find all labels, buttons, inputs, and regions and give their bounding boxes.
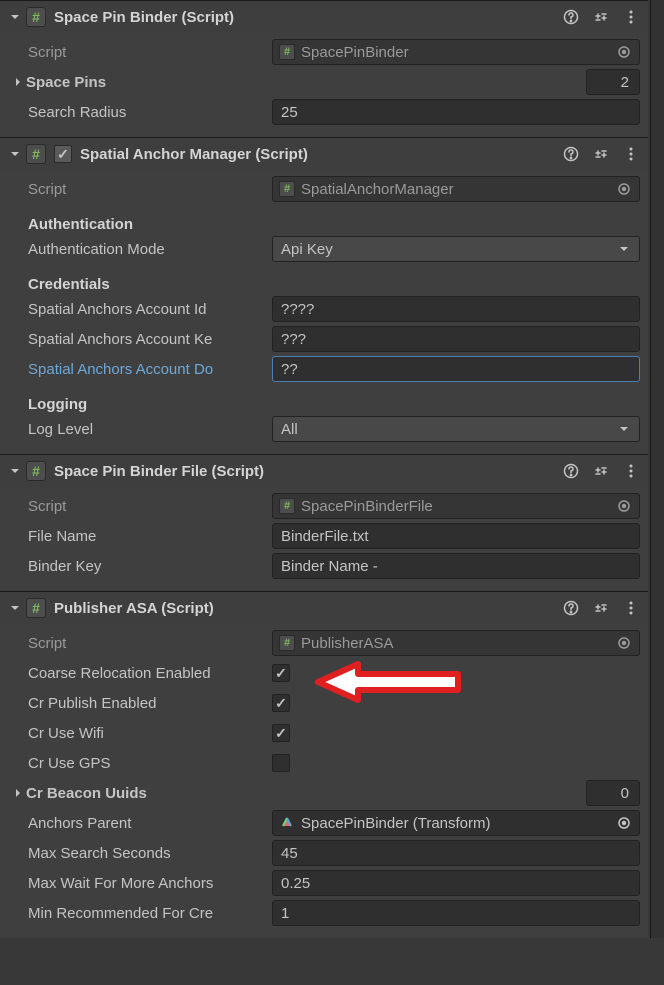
component-header[interactable]: # Spatial Anchor Manager (Script) <box>0 138 648 170</box>
account-key-label: Spatial Anchors Account Ke <box>8 331 272 348</box>
script-value: SpacePinBinder <box>301 44 615 61</box>
script-asset-icon: # <box>279 635 295 651</box>
transform-icon <box>279 815 295 831</box>
foldout-toggle[interactable] <box>8 147 22 161</box>
object-picker-icon[interactable] <box>615 180 633 198</box>
help-icon[interactable] <box>562 8 580 26</box>
log-level-label: Log Level <box>8 421 272 438</box>
component-title: Publisher ASA (Script) <box>54 600 562 617</box>
script-label: Script <box>8 498 272 515</box>
min-recommended-label: Min Recommended For Cre <box>8 905 272 922</box>
script-value: PublisherASA <box>301 635 615 652</box>
script-field[interactable]: # PublisherASA <box>272 630 640 656</box>
context-menu-icon[interactable] <box>622 145 640 163</box>
coarse-relocation-label: Coarse Relocation Enabled <box>8 665 272 682</box>
object-picker-icon[interactable] <box>615 43 633 61</box>
script-icon: # <box>26 7 46 27</box>
account-key-field[interactable] <box>272 326 640 352</box>
max-search-seconds-field[interactable] <box>272 840 640 866</box>
component-space-pin-binder-file: # Space Pin Binder File (Script) Script … <box>0 454 648 591</box>
account-id-field[interactable] <box>272 296 640 322</box>
auth-header: Authentication <box>8 216 272 233</box>
logging-header: Logging <box>8 396 272 413</box>
cr-publish-checkbox[interactable] <box>272 694 290 712</box>
script-icon: # <box>26 598 46 618</box>
presets-icon[interactable] <box>592 8 610 26</box>
binder-key-label: Binder Key <box>8 558 272 575</box>
vertical-scrollbar[interactable] <box>650 0 664 938</box>
script-asset-icon: # <box>279 181 295 197</box>
account-id-label: Spatial Anchors Account Id <box>8 301 272 318</box>
cr-use-gps-label: Cr Use GPS <box>8 755 272 772</box>
foldout-toggle[interactable] <box>8 601 22 615</box>
presets-icon[interactable] <box>592 462 610 480</box>
script-field[interactable]: # SpatialAnchorManager <box>272 176 640 202</box>
context-menu-icon[interactable] <box>622 599 640 617</box>
script-label: Script <box>8 635 272 652</box>
component-spatial-anchor-manager: # Spatial Anchor Manager (Script) Script… <box>0 137 648 454</box>
cr-use-wifi-label: Cr Use Wifi <box>8 725 272 742</box>
script-value: SpatialAnchorManager <box>301 181 615 198</box>
space-pins-size[interactable] <box>586 69 640 95</box>
anchors-parent-value: SpacePinBinder (Transform) <box>301 815 615 832</box>
anchors-parent-label: Anchors Parent <box>8 815 272 832</box>
cr-beacon-uuids-label[interactable]: Cr Beacon Uuids <box>8 785 272 802</box>
foldout-toggle[interactable] <box>8 10 22 24</box>
space-pins-label[interactable]: Space Pins <box>8 74 272 91</box>
callout-arrow-icon <box>308 654 468 710</box>
cr-publish-label: Cr Publish Enabled <box>8 695 272 712</box>
max-wait-label: Max Wait For More Anchors <box>8 875 272 892</box>
coarse-relocation-checkbox[interactable] <box>272 664 290 682</box>
object-picker-icon[interactable] <box>615 814 633 832</box>
account-domain-field[interactable] <box>272 356 640 382</box>
script-label: Script <box>8 44 272 61</box>
chevron-down-icon <box>617 242 631 256</box>
search-radius-label: Search Radius <box>8 104 272 121</box>
help-icon[interactable] <box>562 599 580 617</box>
script-label: Script <box>8 181 272 198</box>
anchors-parent-field[interactable]: SpacePinBinder (Transform) <box>272 810 640 836</box>
context-menu-icon[interactable] <box>622 462 640 480</box>
log-level-dropdown[interactable]: All <box>272 416 640 442</box>
script-field[interactable]: # SpacePinBinderFile <box>272 493 640 519</box>
account-domain-label: Spatial Anchors Account Do <box>8 361 272 378</box>
cr-use-wifi-checkbox[interactable] <box>272 724 290 742</box>
component-header[interactable]: # Space Pin Binder (Script) <box>0 1 648 33</box>
component-header[interactable]: # Publisher ASA (Script) <box>0 592 648 624</box>
context-menu-icon[interactable] <box>622 8 640 26</box>
enable-checkbox[interactable] <box>54 145 72 163</box>
script-icon: # <box>26 461 46 481</box>
presets-icon[interactable] <box>592 599 610 617</box>
script-asset-icon: # <box>279 498 295 514</box>
foldout-toggle[interactable] <box>8 464 22 478</box>
object-picker-icon[interactable] <box>615 634 633 652</box>
component-publisher-asa: # Publisher ASA (Script) Script # Publis… <box>0 591 648 938</box>
file-name-field[interactable] <box>272 523 640 549</box>
cr-beacon-uuids-size[interactable] <box>586 780 640 806</box>
script-icon: # <box>26 144 46 164</box>
auth-mode-dropdown[interactable]: Api Key <box>272 236 640 262</box>
auth-mode-label: Authentication Mode <box>8 241 272 258</box>
script-asset-icon: # <box>279 44 295 60</box>
component-title: Spatial Anchor Manager (Script) <box>80 146 562 163</box>
cr-use-gps-checkbox[interactable] <box>272 754 290 772</box>
chevron-down-icon <box>617 422 631 436</box>
max-search-seconds-label: Max Search Seconds <box>8 845 272 862</box>
help-icon[interactable] <box>562 462 580 480</box>
binder-key-field[interactable] <box>272 553 640 579</box>
credentials-header: Credentials <box>8 276 272 293</box>
presets-icon[interactable] <box>592 145 610 163</box>
max-wait-field[interactable] <box>272 870 640 896</box>
search-radius-field[interactable] <box>272 99 640 125</box>
script-value: SpacePinBinderFile <box>301 498 615 515</box>
min-recommended-field[interactable] <box>272 900 640 926</box>
component-space-pin-binder: # Space Pin Binder (Script) Script # Spa… <box>0 0 648 137</box>
component-header[interactable]: # Space Pin Binder File (Script) <box>0 455 648 487</box>
script-field[interactable]: # SpacePinBinder <box>272 39 640 65</box>
component-title: Space Pin Binder (Script) <box>54 9 562 26</box>
help-icon[interactable] <box>562 145 580 163</box>
component-title: Space Pin Binder File (Script) <box>54 463 562 480</box>
file-name-label: File Name <box>8 528 272 545</box>
object-picker-icon[interactable] <box>615 497 633 515</box>
